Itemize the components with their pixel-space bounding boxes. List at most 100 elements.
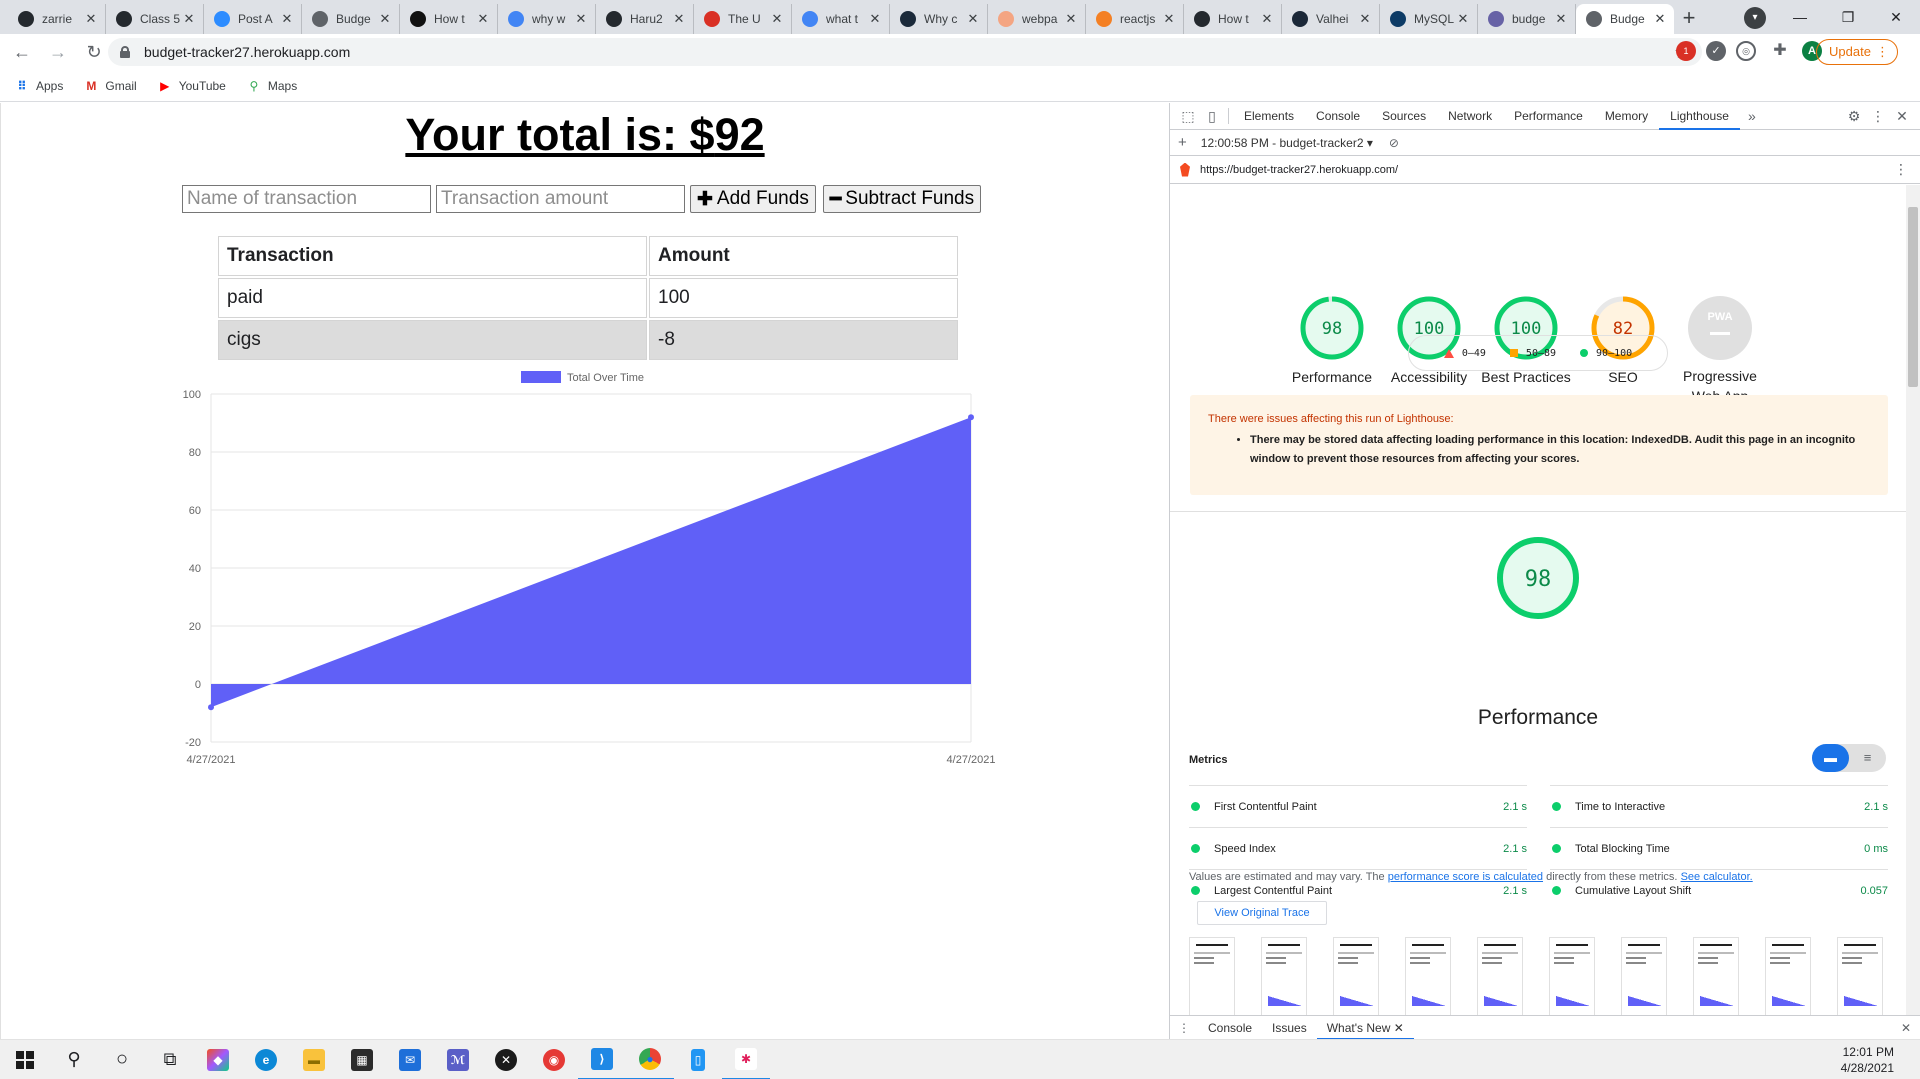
lock-icon[interactable] <box>120 46 130 58</box>
minimize-button[interactable]: — <box>1776 0 1824 34</box>
close-drawer-icon[interactable]: ✕ <box>1901 1021 1911 1035</box>
tab-close-icon[interactable]: ✕ <box>1455 11 1471 27</box>
browser-tab[interactable]: zarrie ✕ <box>8 4 106 34</box>
extension-check-icon[interactable]: ✓ <box>1706 41 1726 61</box>
tab-close-icon[interactable]: ✕ <box>1357 11 1373 27</box>
drawer-tab[interactable]: What's New ✕ <box>1316 1016 1414 1040</box>
figma-icon[interactable]: ◆ <box>194 1040 242 1079</box>
back-button[interactable]: ← <box>8 38 36 66</box>
metric-row[interactable]: Time to Interactive 2.1 s <box>1550 785 1888 827</box>
score-calculated-link[interactable]: performance score is calculated <box>1388 871 1543 883</box>
xbox-icon[interactable]: ✕ <box>482 1040 530 1079</box>
browser-tab[interactable]: The U ✕ <box>694 4 792 34</box>
chrome-icon[interactable]: ● <box>626 1040 674 1079</box>
vscode-icon[interactable]: ⟩ <box>578 1040 626 1079</box>
system-clock[interactable]: 12:01 PM 4/28/2021 <box>1841 1044 1894 1076</box>
cortana-icon[interactable]: ○ <box>98 1040 146 1079</box>
tab-close-icon[interactable]: ✕ <box>1553 11 1569 27</box>
devtools-tab-console[interactable]: Console <box>1305 103 1371 130</box>
transaction-name-input[interactable] <box>182 185 431 213</box>
close-devtools-icon[interactable]: ✕ <box>1890 108 1914 125</box>
browser-tab[interactable]: why w ✕ <box>498 4 596 34</box>
close-tab-icon[interactable]: ✕ <box>1390 1021 1404 1035</box>
devtools-tab-sources[interactable]: Sources <box>1371 103 1437 130</box>
new-report-plus-icon[interactable]: + <box>1178 134 1187 151</box>
customize-menu-icon[interactable]: ⋮ <box>1866 108 1890 125</box>
devtools-tab-memory[interactable]: Memory <box>1594 103 1659 130</box>
mail-icon[interactable]: ✉ <box>386 1040 434 1079</box>
inspect-element-icon[interactable]: ⬚ <box>1176 108 1200 125</box>
devtools-tab-elements[interactable]: Elements <box>1233 103 1305 130</box>
store-icon[interactable]: ▦ <box>338 1040 386 1079</box>
browser-tab[interactable]: Valhei ✕ <box>1282 4 1380 34</box>
chrome-red-icon[interactable]: ◉ <box>530 1040 578 1079</box>
report-menu-icon[interactable]: ⋮ <box>1894 161 1908 178</box>
tab-close-icon[interactable]: ✕ <box>573 11 589 27</box>
tab-close-icon[interactable]: ✕ <box>1652 11 1668 27</box>
report-scrollbar-thumb[interactable] <box>1908 207 1918 387</box>
drawer-tab[interactable]: Issues <box>1262 1016 1317 1040</box>
extensions-puzzle-icon[interactable]: ✚ <box>1770 41 1790 61</box>
report-selector[interactable]: 12:00:58 PM - budget-tracker2 ▾ <box>1201 136 1373 150</box>
tab-close-icon[interactable]: ✕ <box>965 11 981 27</box>
bookmark-item[interactable]: ⚲ Maps <box>246 78 297 94</box>
address-bar[interactable]: budget-tracker27.herokuapp.com ☆ <box>108 38 1702 66</box>
tab-close-icon[interactable]: ✕ <box>671 11 687 27</box>
metric-row[interactable]: First Contentful Paint 2.1 s <box>1189 785 1527 827</box>
tab-close-icon[interactable]: ✕ <box>377 11 393 27</box>
restore-button[interactable]: ❐ <box>1824 0 1872 34</box>
devtools-tab-lighthouse[interactable]: Lighthouse <box>1659 103 1740 130</box>
metrics-view-toggle[interactable]: ▬ ≡ <box>1812 744 1886 772</box>
clear-reports-icon[interactable]: ⊘ <box>1389 136 1399 150</box>
drawer-menu-icon[interactable]: ⋮ <box>1178 1021 1190 1035</box>
pwa-gauge[interactable]: PWAProgressive Web App <box>1670 295 1770 406</box>
devtools-tab-performance[interactable]: Performance <box>1503 103 1594 130</box>
view-original-trace-button[interactable]: View Original Trace <box>1197 901 1327 925</box>
slack-icon[interactable]: ✱ <box>722 1040 770 1079</box>
browser-tab[interactable]: reactjs ✕ <box>1086 4 1184 34</box>
phone-app-icon[interactable]: ▯ <box>674 1040 722 1079</box>
browser-tab[interactable]: How t ✕ <box>400 4 498 34</box>
tab-close-icon[interactable]: ✕ <box>769 11 785 27</box>
add-funds-button[interactable]: ✚ Add Funds <box>690 185 816 213</box>
see-calculator-link[interactable]: See calculator. <box>1681 871 1753 883</box>
update-button[interactable]: Update ⋮ <box>1816 39 1898 65</box>
bookmark-item[interactable]: M Gmail <box>83 78 136 94</box>
extension-circle-icon[interactable]: ◎ <box>1736 41 1756 61</box>
tab-close-icon[interactable]: ✕ <box>279 11 295 27</box>
forward-button[interactable]: → <box>44 38 72 66</box>
bookmark-item[interactable]: ⠿ Apps <box>14 78 63 94</box>
new-tab-button[interactable]: + <box>1674 4 1704 34</box>
subtract-funds-button[interactable]: ━ Subtract Funds <box>822 185 982 213</box>
browser-tab[interactable]: Post A ✕ <box>204 4 302 34</box>
more-tabs-icon[interactable]: » <box>1740 108 1764 124</box>
tab-close-icon[interactable]: ✕ <box>475 11 491 27</box>
metric-row[interactable]: Speed Index 2.1 s <box>1189 827 1527 869</box>
device-toolbar-icon[interactable]: ▯ <box>1200 108 1224 125</box>
collapsed-view-icon[interactable]: ▬ <box>1812 744 1849 772</box>
browser-tab[interactable]: Class 5 ✕ <box>106 4 204 34</box>
report-url[interactable]: https://budget-tracker27.herokuapp.com/ <box>1200 164 1398 176</box>
browser-tab[interactable]: budge ✕ <box>1478 4 1576 34</box>
transaction-amount-input[interactable] <box>436 185 685 213</box>
close-window-button[interactable]: ✕ <box>1872 0 1920 34</box>
drawer-tab[interactable]: Console <box>1198 1016 1262 1040</box>
browser-tab[interactable]: How t ✕ <box>1184 4 1282 34</box>
tab-close-icon[interactable]: ✕ <box>1161 11 1177 27</box>
tab-close-icon[interactable]: ✕ <box>1063 11 1079 27</box>
editor-app-icon[interactable]: ℳ <box>434 1040 482 1079</box>
extension-badge-icon[interactable]: 1 <box>1676 41 1696 61</box>
reload-button[interactable]: ↻ <box>80 38 108 66</box>
browser-tab[interactable]: Budge ✕ <box>1576 4 1674 34</box>
devtools-tab-network[interactable]: Network <box>1437 103 1503 130</box>
browser-tab[interactable]: Budge ✕ <box>302 4 400 34</box>
browser-tab[interactable]: Haru2 ✕ <box>596 4 694 34</box>
bookmark-item[interactable]: ▶ YouTube <box>157 78 226 94</box>
file-explorer-icon[interactable]: ▬ <box>290 1040 338 1079</box>
data-point[interactable] <box>208 704 214 711</box>
tab-close-icon[interactable]: ✕ <box>1259 11 1275 27</box>
browser-tab[interactable]: Why c ✕ <box>890 4 988 34</box>
settings-gear-icon[interactable]: ⚙ <box>1842 108 1866 125</box>
search-icon[interactable]: ⚲ <box>50 1040 98 1079</box>
tab-close-icon[interactable]: ✕ <box>867 11 883 27</box>
